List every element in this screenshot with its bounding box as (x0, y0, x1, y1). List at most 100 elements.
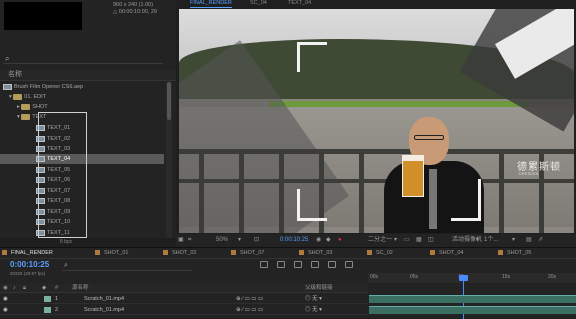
preview-thumbnail (4, 2, 82, 30)
thumb-info-line-2: △ 00:00:10:00, 29 (113, 9, 157, 15)
frame-corner-bottom-left (297, 189, 327, 221)
chevron-down-icon[interactable]: ▾ (238, 234, 241, 247)
ruler-label: 05s (410, 274, 419, 280)
shy-layers-icon[interactable] (293, 261, 302, 268)
frame-blending-icon[interactable] (310, 261, 319, 268)
tab-sc-04[interactable]: SC_04 (250, 0, 267, 7)
tab-sc-02[interactable]: SC_02 (367, 248, 393, 259)
share-icon[interactable]: ⇗ (538, 234, 543, 247)
composition-flowchart-icon[interactable] (260, 261, 268, 268)
chevron-down-icon[interactable]: ▾ (512, 234, 515, 247)
tree-item-edit-folder[interactable]: ▾ 01. EDIT (9, 92, 46, 102)
snapshot-icon[interactable]: ◉ (316, 234, 321, 247)
fit-icon[interactable]: ⊡ (254, 234, 259, 247)
tree-item-shot-folder[interactable]: ▸ SHOT (17, 102, 48, 112)
viewer-tabs: FINAL_RENDER SC_04 TEXT_04 (176, 0, 576, 8)
show-snapshot-icon[interactable]: ◆ (326, 234, 331, 247)
preview-icon[interactable]: ▣ (178, 234, 184, 247)
beer-glass (402, 155, 424, 197)
frame-count: 00325 (29.97 fps) (10, 271, 46, 276)
project-search-input[interactable]: ⌕ (3, 54, 163, 64)
project-panel: 960 x 240 (1.00) △ 00:00:10:00, 29 ⌕ 名称 … (0, 0, 176, 247)
layer-label-color[interactable] (44, 296, 51, 302)
grid-icon[interactable]: ⌗ (188, 234, 191, 247)
ruler-label: 20s (548, 274, 557, 280)
parent-dropdown[interactable]: ◎ 无 ▾ (305, 305, 322, 315)
layer-column-header: ◉ ♪ 🔒︎ ◆ # 源名称 父级和链接 (0, 284, 368, 293)
thumb-info-line-1: 960 x 240 (1.00) (113, 2, 154, 8)
glasses (414, 135, 444, 140)
project-scrollbar[interactable] (166, 82, 172, 238)
folder-icon (21, 113, 31, 120)
layer-label-color[interactable] (44, 307, 51, 313)
eye-icon[interactable]: ◉ (3, 305, 8, 315)
layer-name[interactable]: Scratch_01.mp4 (84, 294, 124, 304)
switch-icons[interactable]: ⊕ ∕ ▭ ▭ ▭ (236, 294, 263, 304)
tab-shot-03[interactable]: SHOT_03 (299, 248, 332, 259)
search-icon: ⌕ (5, 54, 10, 63)
composition-icon (299, 250, 304, 256)
eye-icon[interactable]: ◉ (3, 294, 8, 304)
tab-shot-05[interactable]: SHOT_05 (498, 248, 531, 259)
views-dropdown[interactable]: 1个... (484, 234, 498, 247)
chevron-down-icon[interactable]: ▾ (476, 234, 479, 247)
thumbnail-info: 960 x 240 (1.00) △ 00:00:10:00, 29 (113, 2, 175, 16)
tab-shot-07[interactable]: SHOT_07 (231, 248, 264, 259)
channel-icon[interactable]: ● (338, 234, 342, 247)
tab-shot-04[interactable]: SHOT_04 (430, 248, 463, 259)
tab-final-render-timeline[interactable]: FINAL_RENDER (2, 248, 53, 259)
current-time-display[interactable]: 0:00:10:25 (10, 260, 49, 269)
lock-icon[interactable]: 🔒︎ (23, 284, 26, 293)
after-effects-window: 960 x 240 (1.00) △ 00:00:10:00, 29 ⌕ 名称 … (0, 0, 576, 319)
composition-icon (430, 250, 435, 256)
timeline-search-input[interactable]: ⌕ (62, 262, 192, 271)
viewer-timecode[interactable]: 0:00:10:25 (280, 234, 308, 247)
tree-item-root[interactable]: Brush Film Opener CS6.aep (3, 82, 83, 92)
project-footer: 8 bpc (0, 238, 176, 247)
zoom-dropdown[interactable]: 50% (216, 234, 228, 247)
region-icon[interactable]: ▭ (404, 234, 410, 247)
frame-corner-bottom-right (451, 179, 481, 221)
layer-duration-bar[interactable] (369, 295, 576, 303)
project-column-header[interactable]: 名称 (0, 70, 176, 81)
chevron-down-icon[interactable]: ▾ (394, 234, 397, 247)
motion-blur-icon[interactable] (327, 261, 336, 268)
layer-number: 2 (55, 307, 59, 313)
parent-dropdown[interactable]: ◎ 无 ▾ (305, 294, 322, 304)
watermark-subtitle: DRESDEN (519, 171, 539, 176)
parent-link-header[interactable]: 父级和链接 (305, 284, 333, 293)
layer-number: 1 (55, 296, 59, 302)
composition-canvas[interactable]: 德累斯顿 DRESDEN (179, 9, 574, 233)
layer-name[interactable]: Scratch_01.mp4 (84, 305, 124, 315)
switch-icons[interactable]: ⊕ ∕ ▭ ▭ ▭ (236, 305, 263, 315)
folder-icon (21, 103, 31, 110)
transparency-icon[interactable]: ▦ (416, 234, 422, 247)
time-ruler[interactable]: 00s 05s 10s 15s 20s (368, 273, 576, 283)
mask-icon[interactable]: ◫ (428, 234, 434, 247)
selection-highlight-box (38, 112, 87, 238)
bit-depth-label[interactable]: 8 bpc (60, 239, 72, 245)
composition-icon (498, 250, 503, 256)
frame-corner-top-left (297, 42, 327, 72)
tab-shot-01[interactable]: SHOT_01 (95, 248, 128, 259)
ruler-label: 15s (502, 274, 511, 280)
layer-row[interactable]: ◉ 2 Scratch_01.mp4 ⊕ ∕ ▭ ▭ ▭ ◎ 无 ▾ (0, 305, 368, 315)
number-icon: # (55, 285, 59, 291)
tab-text-04[interactable]: TEXT_04 (288, 0, 311, 7)
draft-3d-icon[interactable] (276, 261, 285, 268)
tab-shot-02[interactable]: SHOT_02 (163, 248, 196, 259)
name-column-label: 名称 (8, 71, 22, 78)
project-file-icon (3, 83, 12, 90)
resolution-dropdown[interactable]: 二分之一 (368, 234, 392, 247)
tab-final-render[interactable]: FINAL_RENDER (190, 0, 232, 8)
layer-duration-bar[interactable] (369, 306, 576, 314)
eye-icon[interactable]: ◉ (3, 284, 8, 293)
railing-post (359, 149, 364, 233)
source-name-header[interactable]: 源名称 (72, 284, 89, 293)
scrollbar-thumb[interactable] (167, 82, 171, 120)
graph-editor-icon[interactable] (344, 261, 353, 268)
layer-row[interactable]: ◉ 1 Scratch_01.mp4 ⊕ ∕ ▭ ▭ ▭ ◎ 无 ▾ (0, 294, 368, 304)
label-icon[interactable]: ◆ (42, 284, 46, 293)
audio-icon[interactable]: ♪ (13, 284, 16, 293)
layout-icon[interactable]: ▤ (526, 234, 532, 247)
